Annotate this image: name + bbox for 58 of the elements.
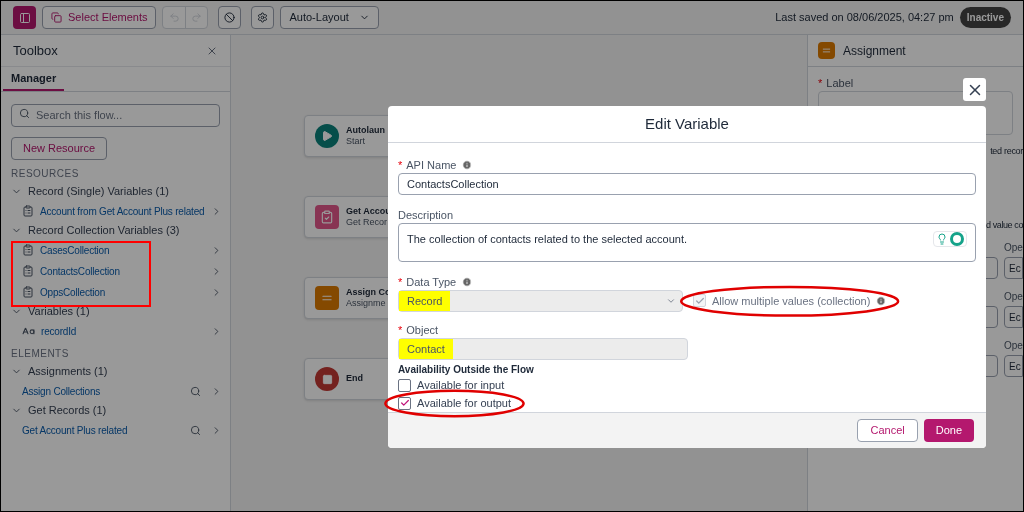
group-label: Record (Single) Variables (1) [28, 184, 170, 200]
section-heading: ELEMENTS [10, 347, 70, 361]
object-field[interactable]: Contact [398, 337, 688, 360]
search-field[interactable]: Search this flow... [11, 103, 220, 127]
resource-link[interactable]: OppsCollection [40, 284, 105, 300]
field-label: Object [406, 323, 439, 336]
field-label: API Name [406, 158, 457, 171]
node-title: End [346, 373, 363, 385]
required-mark: * [398, 323, 403, 336]
group-label: Get Records (1) [28, 403, 107, 419]
status-badge: Inactive [959, 7, 1011, 28]
operator-field[interactable]: Ec [1004, 306, 1023, 328]
node-title: Autolaun [346, 124, 385, 136]
panel-title: Assignment [843, 42, 906, 60]
description-text: The collection of contacts related to the selected account. [407, 231, 688, 247]
field-label: Ope [1004, 290, 1023, 304]
required-mark: * [398, 158, 403, 171]
resource-link[interactable]: Account from Get Account Plus related [40, 203, 205, 219]
operator-field[interactable]: Ec [1004, 257, 1023, 279]
resource-link[interactable]: Get Account Plus related [22, 422, 128, 438]
resource-link[interactable]: ContactsCollection [40, 263, 120, 279]
required-mark: * [818, 77, 823, 89]
new-resource-button[interactable]: New Resource [11, 136, 108, 160]
resource-link[interactable]: recordId [41, 323, 77, 339]
node-subtitle: Start [346, 136, 366, 148]
api-name-field[interactable]: ContactsCollection [398, 172, 976, 195]
description-field[interactable]: The collection of contacts related to the selected account. [398, 222, 976, 262]
select-elements-button[interactable]: Select Elements [42, 6, 157, 29]
group-label: Record Collection Variables (3) [28, 223, 180, 239]
layout-dropdown[interactable]: Auto-Layout [280, 6, 379, 29]
done-button[interactable]: Done [923, 418, 974, 442]
field-label: Ope [1004, 241, 1023, 255]
resource-link[interactable]: CasesCollection [40, 242, 110, 258]
cancel-button[interactable]: Cancel [857, 418, 918, 442]
section-heading: RESOURCES [10, 167, 80, 181]
manager-tab[interactable]: Manager [3, 67, 65, 91]
node-subtitle: Get Recor [346, 217, 388, 229]
field-label: Description [398, 208, 454, 221]
field-label: Ope [1004, 339, 1023, 353]
selected-value: Record [399, 290, 451, 311]
group-label: Assignments (1) [28, 364, 108, 380]
selected-value: Contact [399, 338, 453, 359]
field-label: Label [826, 77, 854, 89]
checkbox-label: Allow multiple values (collection) [712, 293, 871, 309]
operator-field[interactable]: Ec [1004, 355, 1023, 377]
panel-title: Toolbox [13, 41, 58, 60]
checkbox-label: Available for input [417, 379, 505, 392]
last-saved-text: Last saved on 08/06/2025, 04:27 pm [775, 10, 954, 26]
checkbox-label: Available for output [417, 397, 511, 410]
field-label: Data Type [406, 275, 457, 288]
data-type-dropdown[interactable]: Record [398, 289, 683, 312]
node-subtitle: Assignme [346, 298, 387, 310]
required-mark: * [398, 275, 403, 288]
dialog-title: Edit Variable [645, 113, 729, 134]
resource-link[interactable]: Assign Collections [22, 383, 101, 399]
description-fragment: ted recor [990, 145, 1023, 158]
group-label: Variables (1) [28, 304, 90, 320]
description-fragment: d value co [985, 218, 1023, 232]
